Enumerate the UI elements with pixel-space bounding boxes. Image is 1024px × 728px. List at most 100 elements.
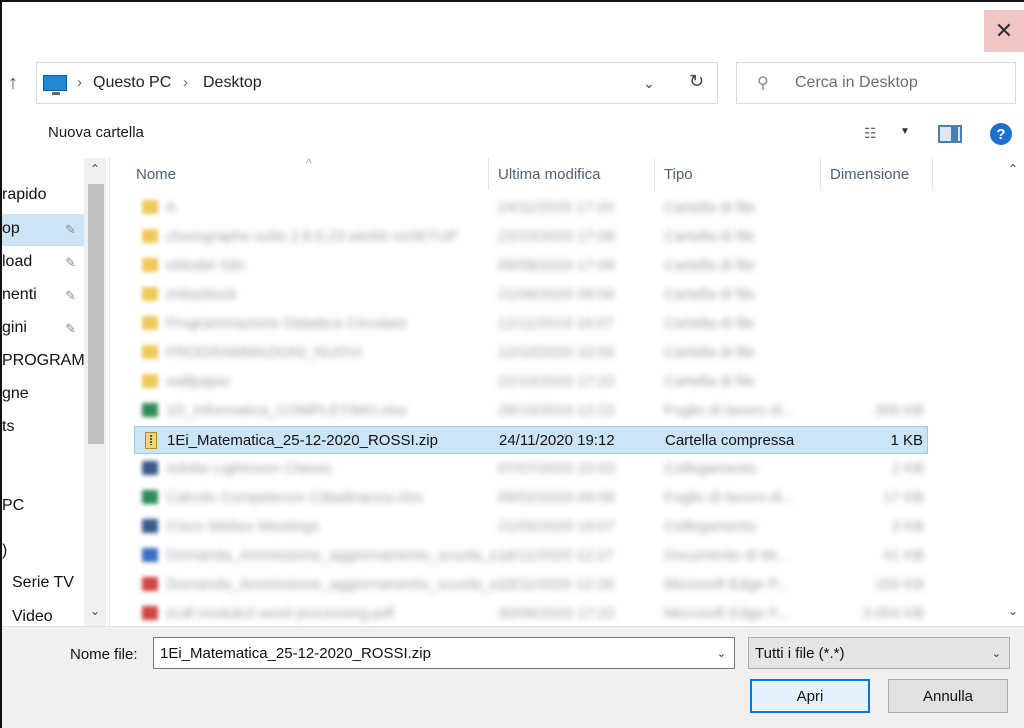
preview-pane-icon[interactable] (938, 125, 962, 143)
column-divider[interactable] (488, 158, 489, 190)
pin-icon: ✎ (65, 288, 76, 303)
file-row-selected[interactable]: 1Ei_Matematica_25-12-2020_ROSSI.zip 24/11… (134, 426, 928, 454)
filename-label: Nome file: (70, 646, 138, 663)
file-size: 2 KB (891, 460, 924, 477)
refresh-icon[interactable]: ↻ (689, 71, 704, 92)
nav-item-label: gne (2, 385, 29, 402)
filename-field[interactable]: 1Ei_Matematica_25-12-2020_ROSSI.zip ⌄ (153, 637, 735, 669)
scroll-up-icon[interactable]: ⌃ (1008, 162, 1018, 176)
scroll-down-icon[interactable]: ⌄ (1008, 604, 1018, 618)
nav-item-folder[interactable]: ts (2, 412, 84, 444)
file-row[interactable]: Calcolo Competenze Cittadinanza.xlsx 06/0… (134, 484, 928, 512)
chevron-down-icon[interactable]: ⌄ (717, 647, 726, 660)
nav-item-documents[interactable]: nenti ✎ (2, 280, 84, 312)
xlsx-icon (142, 490, 158, 504)
file-name: wallpaper (166, 373, 231, 390)
file-size: 3 KB (891, 518, 924, 535)
up-arrow-icon[interactable]: ↑ (8, 72, 18, 95)
file-type: Foglio di lavoro di... (664, 489, 795, 506)
column-divider[interactable] (932, 158, 933, 190)
nav-item-label: nenti (2, 286, 37, 303)
file-row[interactable]: Domanda_Ammissione_aggiornamento_scuola_… (134, 542, 928, 570)
address-bar[interactable]: › Questo PC › Desktop ⌄ ↻ (36, 62, 718, 104)
file-name: 1D_Informatica_COMPLETIMO.xlsx (166, 402, 407, 419)
cancel-button[interactable]: Annulla (888, 679, 1008, 713)
chevron-right-icon[interactable]: › (77, 74, 82, 91)
nav-item-label: Video (12, 608, 53, 625)
file-name: ecdl modulo3 word processing.pdf (166, 605, 394, 622)
file-name: Domanda_Ammissione_aggiornamento_scuola_… (166, 547, 510, 564)
file-list-scrollbar[interactable]: ⌃ ⌄ (1004, 158, 1024, 626)
file-row[interactable]: ecdl modulo3 word processing.pdf 30/06/20… (134, 600, 928, 626)
file-type: Documento di Mi... (664, 547, 790, 564)
file-name: ImbaStock (166, 286, 237, 303)
file-modified: 22/10/2020 17:22 (498, 373, 615, 390)
file-row[interactable]: Programmazione Didattica Circolare 12/11/… (134, 310, 928, 338)
breadcrumb-desktop[interactable]: Desktop (203, 74, 262, 92)
search-icon: ⚲ (757, 75, 769, 92)
chevron-right-icon[interactable]: › (183, 74, 188, 91)
folder-icon (142, 200, 158, 214)
nav-item-folder[interactable]: gne (2, 379, 84, 411)
shortcut-icon (142, 519, 158, 533)
column-header-name[interactable]: Nome (136, 158, 176, 190)
file-modified: 24/11/2020 19:12 (499, 432, 615, 449)
file-row[interactable]: PROGRAMMAZIONI_NUOVI 12/10/2020 10:55 Cart… (134, 339, 928, 367)
nav-scrollbar[interactable]: ⌃ ⌄ (84, 158, 106, 626)
folder-icon (142, 345, 158, 359)
nav-item-program[interactable]: PROGRAM (2, 346, 84, 378)
column-header-modified[interactable]: Ultima modifica (498, 158, 601, 190)
scroll-down-icon[interactable]: ⌄ (90, 604, 100, 618)
nav-item-label: Serie TV (12, 574, 74, 591)
file-row[interactable]: wallpaper 22/10/2020 17:22 Cartella di fil… (134, 368, 928, 396)
file-row[interactable]: 1D_Informatica_COMPLETIMO.xlsx 28/10/2019… (134, 397, 928, 425)
column-divider[interactable] (654, 158, 655, 190)
help-icon[interactable]: ? (990, 123, 1012, 145)
file-modified: 30/06/2020 17:22 (498, 605, 615, 622)
nav-item-label: PC (2, 497, 25, 514)
close-icon: ✕ (994, 18, 1014, 43)
nav-item-desktop[interactable]: op ✎ (2, 214, 84, 246)
file-row[interactable]: Cisco Webex Meetings 21/05/2020 16:07 Coll… (134, 513, 928, 541)
file-type: Cartella di file (664, 199, 755, 216)
nav-item-label: load (2, 253, 33, 270)
close-button[interactable]: ✕ (984, 10, 1024, 52)
file-modified: 16/11/2020 12:27 (498, 547, 614, 564)
file-row[interactable]: ImbaStock 21/06/2020 09:56 Cartella di fil… (134, 281, 928, 309)
pin-icon: ✎ (65, 321, 76, 336)
search-input[interactable]: ⚲ Cerca in Desktop (736, 62, 1016, 104)
file-size: 17 KB (883, 489, 924, 506)
file-type-filter-select[interactable]: Tutti i file (*.*) ⌄ (748, 637, 1010, 669)
nav-item-pictures[interactable]: gini ✎ (2, 313, 84, 345)
file-modified: 12/11/2019 16:07 (498, 315, 614, 332)
file-row[interactable]: Adobe Lightroom Classic 07/07/2020 10:53 C… (134, 455, 928, 483)
search-placeholder: Cerca in Desktop (795, 74, 918, 91)
open-button[interactable]: Apri (750, 679, 870, 713)
column-header-type[interactable]: Tipo (664, 158, 693, 190)
file-row[interactable]: Domanda_Ammissione_aggiornamento_scuola_… (134, 571, 928, 599)
column-divider[interactable] (820, 158, 821, 190)
navigation-pane: rapido op ✎ load ✎ nenti ✎ gini ✎ PROGRAM gn… (2, 158, 110, 626)
address-history-dropdown-icon[interactable]: ⌄ (643, 75, 655, 92)
nav-item-quick-access[interactable]: rapido (2, 180, 84, 212)
folder-icon (142, 316, 158, 330)
scrollbar-thumb[interactable] (88, 184, 104, 444)
nav-item-serie-tv[interactable]: Serie TV (2, 568, 84, 600)
file-type: Collegamento (664, 518, 757, 535)
column-header-size[interactable]: Dimensione (830, 158, 909, 190)
breadcrumb-this-pc[interactable]: Questo PC (93, 74, 171, 92)
file-row[interactable]: choregraphe suite 2.8.6.23 win64 nsSETUP… (134, 223, 928, 251)
view-options-dropdown-icon[interactable]: ▼ (900, 126, 910, 137)
nav-item-video[interactable]: Video (2, 602, 84, 626)
change-view-icon[interactable]: ☷ (864, 125, 876, 142)
nav-item-drive[interactable]: ) (2, 536, 84, 568)
new-folder-button[interactable]: Nuova cartella (48, 124, 144, 141)
file-modified: 21/05/2020 16:07 (498, 518, 615, 535)
nav-item-this-pc[interactable]: PC (2, 491, 84, 523)
scroll-up-icon[interactable]: ⌃ (90, 162, 100, 176)
file-row[interactable]: A 24/11/2020 17:20 Cartella di file (134, 194, 928, 222)
filename-value[interactable]: 1Ei_Matematica_25-12-2020_ROSSI.zip (160, 645, 431, 662)
file-row[interactable]: eModel Silo 06/08/2020 17:09 Cartella di f… (134, 252, 928, 280)
nav-item-downloads[interactable]: load ✎ (2, 247, 84, 279)
chevron-down-icon[interactable]: ⌄ (992, 647, 1001, 660)
